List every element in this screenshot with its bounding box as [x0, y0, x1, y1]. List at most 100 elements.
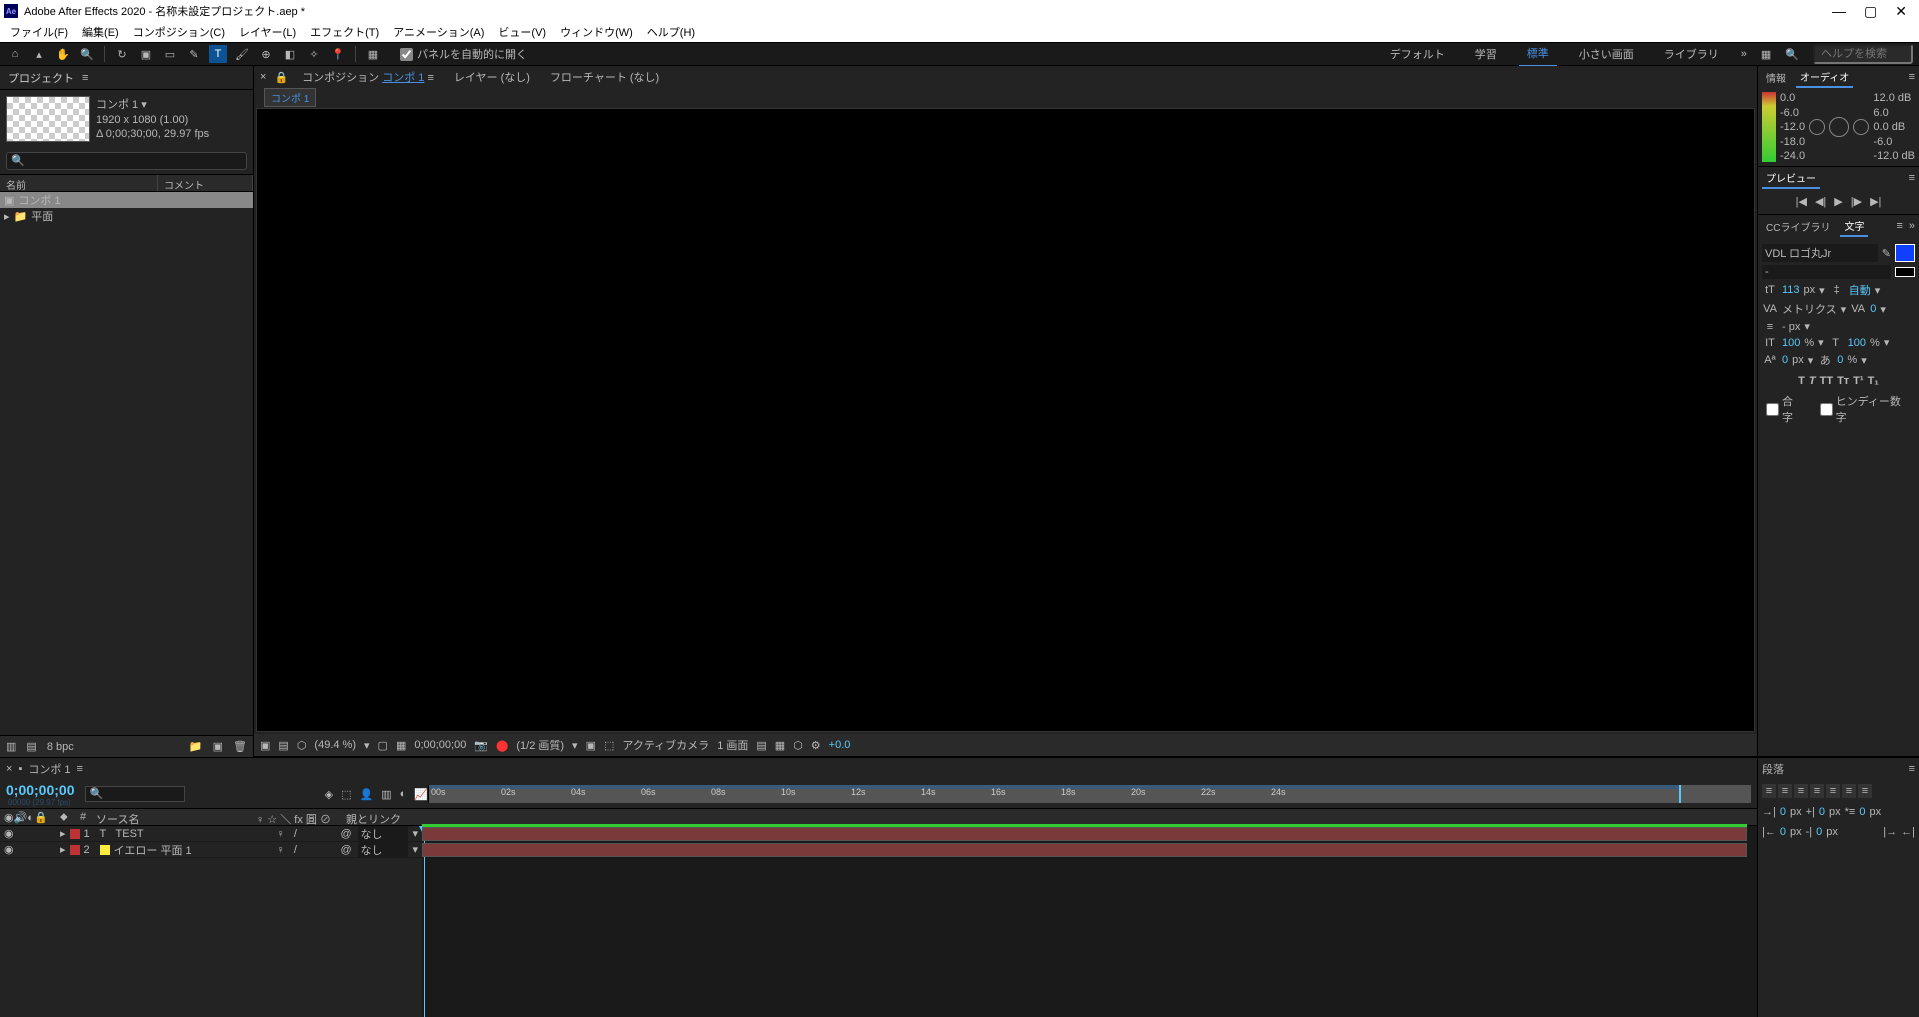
font-style-dropdown[interactable]: -	[1762, 265, 1891, 279]
roi-icon[interactable]: ▢	[378, 739, 388, 752]
workspace-learn[interactable]: 学習	[1467, 42, 1505, 66]
align-left[interactable]: ≡	[1762, 784, 1776, 798]
preview-tab[interactable]: プレビュー	[1762, 168, 1820, 189]
column-comment[interactable]: コメント	[158, 175, 253, 191]
dropdown-icon[interactable]: ▾	[1819, 284, 1825, 297]
prev-frame-button[interactable]: ◀|	[1815, 195, 1826, 208]
direction-ltr-icon[interactable]: |→	[1883, 826, 1897, 838]
workspace-library[interactable]: ライブラリ	[1656, 42, 1727, 66]
time-display[interactable]: 0;00;00;00	[414, 739, 466, 751]
panel-menu-icon[interactable]: ≡	[1896, 220, 1902, 232]
interpret-footage-icon[interactable]: ▥	[6, 740, 16, 753]
all-caps[interactable]: TT	[1820, 375, 1833, 387]
hindi-checkbox[interactable]	[1820, 403, 1833, 416]
visibility-toggle[interactable]: ◉	[4, 843, 14, 856]
menu-composition[interactable]: コンポジション(C)	[127, 22, 231, 42]
pan-behind-tool[interactable]: ▣	[137, 45, 155, 63]
leading-value[interactable]: 自動	[1849, 282, 1871, 298]
source-name-column[interactable]: ソース名	[92, 809, 252, 825]
parent-dropdown[interactable]: なし	[358, 826, 408, 842]
tsume-value[interactable]: - px	[1782, 321, 1800, 333]
shy-icon[interactable]: 👤	[360, 788, 374, 801]
eraser-tool[interactable]: ◧	[281, 45, 299, 63]
column-name[interactable]: 名前	[0, 175, 158, 191]
cc-libraries-tab[interactable]: CCライブラリ	[1762, 217, 1834, 236]
expand-icon[interactable]: »	[1909, 220, 1915, 232]
dropdown-icon[interactable]: ▾	[1875, 284, 1881, 297]
view-dropdown[interactable]: 1 画面	[717, 737, 748, 753]
project-item-folder[interactable]: ▸ 📁 平面	[0, 208, 253, 224]
composition-viewer[interactable]	[256, 108, 1755, 732]
3d-icon[interactable]: ⬚	[604, 739, 614, 752]
justify-left[interactable]: ≡	[1810, 784, 1824, 798]
indent-right-value[interactable]: 0	[1780, 826, 1786, 838]
mask-icon[interactable]: ⬡	[297, 739, 307, 752]
dropdown-icon[interactable]: ▾	[1880, 303, 1886, 316]
menu-view[interactable]: ビュー(V)	[492, 22, 552, 42]
dropdown-icon[interactable]: ▾	[1861, 354, 1867, 367]
puppet-tool[interactable]: 📍	[329, 45, 347, 63]
resolution-icon[interactable]: ▾	[364, 739, 370, 752]
bpc-toggle[interactable]: 8 bpc	[47, 741, 74, 753]
always-preview-icon[interactable]: ▣	[260, 739, 270, 752]
roto-brush-tool[interactable]: ✧	[305, 45, 323, 63]
dropdown-icon[interactable]: ▾	[412, 827, 418, 840]
close-tab-icon[interactable]: ×	[6, 763, 12, 775]
indent-left-value[interactable]: 0	[1780, 806, 1786, 818]
visibility-toggle[interactable]: ◉	[4, 827, 14, 840]
baseline-value[interactable]: 0	[1782, 354, 1788, 366]
info-tab[interactable]: 情報	[1762, 68, 1790, 87]
menu-help[interactable]: ヘルプ(H)	[641, 22, 701, 42]
renderer-icon[interactable]: ⚙	[811, 739, 821, 752]
timeline-ruler[interactable]: 00s 02s 04s 06s 08s 10s 12s 14s 16s 18s …	[428, 785, 1751, 803]
trash-icon[interactable]: 🗑	[233, 740, 247, 753]
character-tab[interactable]: 文字	[1840, 216, 1868, 237]
parent-pickwhip-icon[interactable]: @	[340, 828, 354, 840]
twirl-icon[interactable]: ▸	[60, 827, 66, 840]
dropdown-icon[interactable]: ▾	[1804, 320, 1810, 333]
project-settings-icon[interactable]: ▤	[26, 740, 36, 753]
zoom-dropdown[interactable]: (49.4 %)	[314, 739, 356, 751]
comp-tab[interactable]: コンポジション コンポ 1 ≡	[296, 67, 440, 87]
comp-mini-flowchart-icon[interactable]: ◈	[325, 788, 333, 801]
space-before-value[interactable]: 0	[1819, 806, 1825, 818]
transparency-grid-icon[interactable]: ▤	[278, 739, 288, 752]
layer-label-color[interactable]	[70, 845, 80, 855]
workspace-small[interactable]: 小さい画面	[1571, 42, 1642, 66]
panel-menu-icon[interactable]: ≡	[1909, 172, 1915, 184]
graph-editor-icon[interactable]: 📈	[414, 788, 428, 801]
faux-bold[interactable]: T	[1798, 375, 1805, 387]
dropdown-icon[interactable]: ▾	[1841, 303, 1847, 316]
dropdown-icon[interactable]: ▾	[1818, 336, 1824, 349]
justify-right[interactable]: ≡	[1842, 784, 1856, 798]
justify-center[interactable]: ≡	[1826, 784, 1840, 798]
comp-thumbnail[interactable]	[6, 96, 90, 142]
quality-dropdown[interactable]: (1/2 画質)	[516, 737, 564, 753]
viewer-icon[interactable]: ▣	[586, 739, 596, 752]
motion-blur-icon[interactable]: ◐	[400, 788, 407, 801]
type-tool[interactable]: T	[209, 45, 227, 63]
workspace-grid-icon[interactable]: ▦	[1761, 48, 1771, 61]
first-line-value[interactable]: 0	[1859, 806, 1865, 818]
play-button[interactable]: ▶	[1834, 195, 1842, 208]
align-right[interactable]: ≡	[1794, 784, 1808, 798]
channel-icon[interactable]: ⬤	[496, 739, 508, 752]
dropdown-icon[interactable]: ▾	[412, 843, 418, 856]
timeline-tab[interactable]: コンポ 1	[28, 761, 70, 777]
panel-menu-icon[interactable]: ≡	[77, 763, 83, 775]
grid-icon[interactable]: ▦	[396, 739, 406, 752]
layer-name[interactable]: イエロー 平面 1	[114, 842, 273, 858]
subscript[interactable]: T₁	[1868, 375, 1879, 387]
stroke-swatch[interactable]	[1895, 267, 1915, 277]
frame-blend-icon[interactable]: ▥	[381, 788, 391, 801]
panel-menu-icon[interactable]: ≡	[82, 72, 88, 84]
volume-knob-master[interactable]	[1829, 117, 1849, 137]
current-time[interactable]: 0;00;00;00	[6, 782, 75, 798]
workspace-standard[interactable]: 標準	[1519, 41, 1557, 67]
direction-rtl-icon[interactable]: ←|	[1901, 826, 1915, 838]
close-button[interactable]: ✕	[1895, 3, 1907, 20]
close-tab-icon[interactable]: ×	[260, 71, 266, 83]
align-center[interactable]: ≡	[1778, 784, 1792, 798]
draft-3d-icon[interactable]: ⬚	[341, 788, 351, 801]
clone-stamp-tool[interactable]: ⊕	[257, 45, 275, 63]
